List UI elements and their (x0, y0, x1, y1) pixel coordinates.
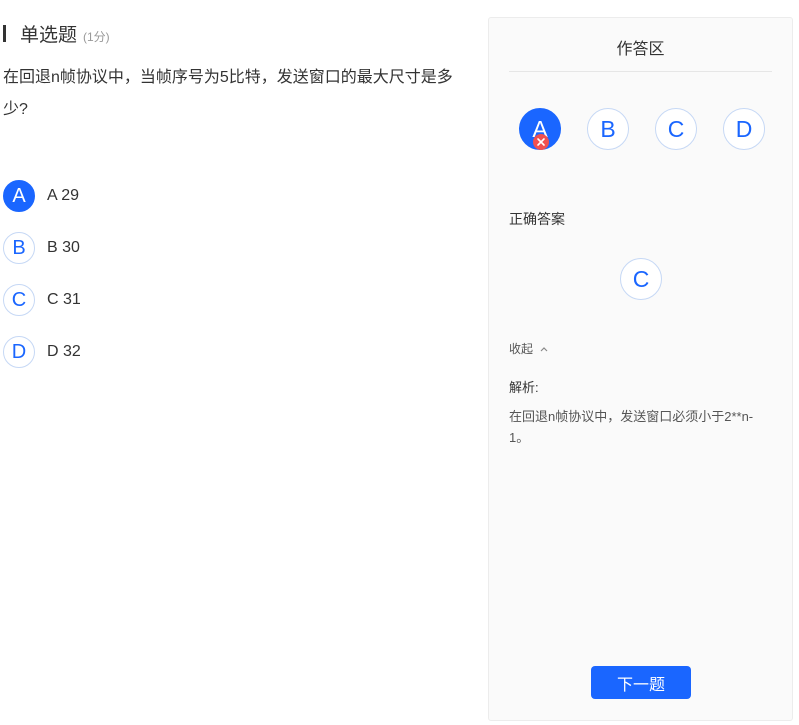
answer-panel-title: 作答区 (616, 41, 665, 58)
answer-choice-c[interactable]: C (655, 108, 697, 150)
correct-answer-letter: C (632, 265, 650, 292)
answer-choice-letter: B (600, 115, 616, 142)
analysis-text: 在回退n帧协议中，发送窗口必须小于2**n-1。 (509, 409, 754, 445)
answer-choice-letter: C (667, 115, 685, 142)
question-panel: 单选题 (1分) 在回退n帧协议中，当帧序号为5比特，发送窗口的最大尺寸是多少?… (0, 0, 470, 725)
quiz-page: 单选题 (1分) 在回退n帧协议中，当帧序号为5比特，发送窗口的最大尺寸是多少?… (0, 0, 799, 725)
chevron-up-icon (540, 346, 548, 352)
next-question-button[interactable]: 下一题 (591, 666, 691, 699)
question-score: (1分) (83, 30, 110, 44)
collapse-label: 收起 (509, 342, 534, 356)
option-text: D 32 (47, 343, 81, 360)
divider (509, 71, 772, 72)
answer-choice-letter: D (735, 115, 753, 142)
collapse-toggle[interactable]: 收起 (509, 340, 548, 357)
answer-choice-b[interactable]: B (587, 108, 629, 150)
correct-answer-circle: C (620, 258, 662, 300)
analysis-label: 解析: (509, 380, 539, 395)
option-b[interactable]: B B 30 (3, 222, 463, 274)
question-text: 在回退n帧协议中，当帧序号为5比特，发送窗口的最大尺寸是多少? (3, 69, 453, 118)
option-letter-circle: D (3, 336, 35, 368)
question-type: 单选题 (20, 25, 78, 46)
header-accent-bar (3, 24, 6, 42)
answer-panel: 作答区 A B C D 正确答案 C 收起 解析: 在回退n帧协议中，发送窗口必… (488, 17, 793, 721)
answer-choice-a[interactable]: A (519, 108, 561, 150)
option-letter-circle: C (3, 284, 35, 316)
option-letter-circle: B (3, 232, 35, 264)
option-text: C 31 (47, 291, 81, 308)
option-a[interactable]: A A 29 (3, 170, 463, 222)
answer-choice-list: A B C D (519, 108, 765, 150)
question-header: 单选题 (1分) (3, 20, 110, 46)
option-text: A 29 (47, 187, 80, 204)
answer-choice-d[interactable]: D (723, 108, 765, 150)
option-text: B 30 (47, 239, 80, 256)
option-letter-circle: A (3, 180, 35, 212)
option-list: A A 29 B B 30 C C 31 D D 32 (3, 170, 463, 378)
correct-answer-label: 正确答案 (509, 211, 565, 227)
close-icon (533, 134, 549, 150)
option-c[interactable]: C C 31 (3, 274, 463, 326)
option-d[interactable]: D D 32 (3, 326, 463, 378)
